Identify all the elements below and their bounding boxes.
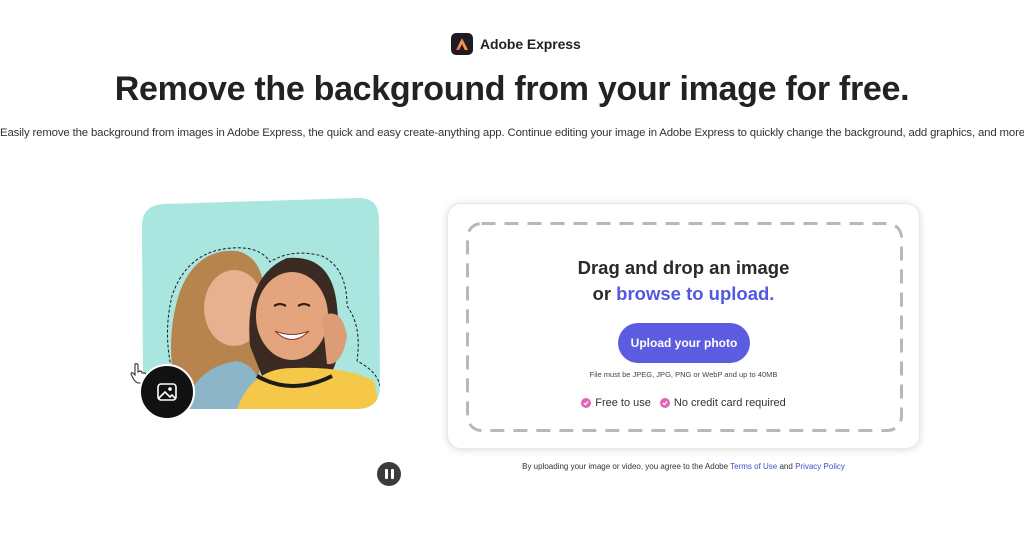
terms-of-use-link[interactable]: Terms of Use: [730, 462, 777, 471]
perks: Free to use No credit card required: [448, 397, 919, 409]
image-icon: [157, 383, 177, 401]
brand-name: Adobe Express: [480, 36, 581, 52]
page-title: Remove the background from your image fo…: [114, 70, 910, 108]
legal-and: and: [779, 462, 793, 471]
upload-photo-button[interactable]: Upload your photo: [618, 323, 750, 363]
privacy-policy-link[interactable]: Privacy Policy: [795, 462, 845, 471]
pause-button[interactable]: [377, 462, 401, 486]
file-requirements: File must be JPEG, JPG, PNG or WebP and …: [589, 370, 778, 379]
pause-icon: [390, 469, 394, 479]
adobe-express-logo-icon: [451, 33, 473, 55]
perk-free-label: Free to use: [595, 397, 651, 409]
page-subtitle: Easily remove the background from images…: [0, 127, 1024, 139]
check-icon: [659, 398, 670, 408]
brand[interactable]: Adobe Express: [451, 33, 581, 55]
perk-no-card-label: No credit card required: [673, 397, 786, 409]
background-toggle-button[interactable]: [139, 364, 195, 420]
dropzone-title-line1: Drag and drop an image: [577, 257, 790, 278]
legal-notice: By uploading your image or video, you ag…: [447, 462, 920, 471]
dropzone-or: or: [592, 283, 612, 304]
upload-card[interactable]: Drag and drop an image or browse to uplo…: [447, 203, 920, 449]
perk-free: Free to use: [581, 397, 651, 409]
dropzone-title: Drag and drop an image or browse to uplo…: [448, 255, 919, 307]
browse-link[interactable]: browse to upload.: [616, 283, 774, 304]
pause-icon: [384, 469, 388, 479]
perk-no-card: No credit card required: [659, 397, 786, 409]
check-icon: [581, 398, 592, 408]
legal-prefix: By uploading your image or video, you ag…: [522, 462, 729, 471]
